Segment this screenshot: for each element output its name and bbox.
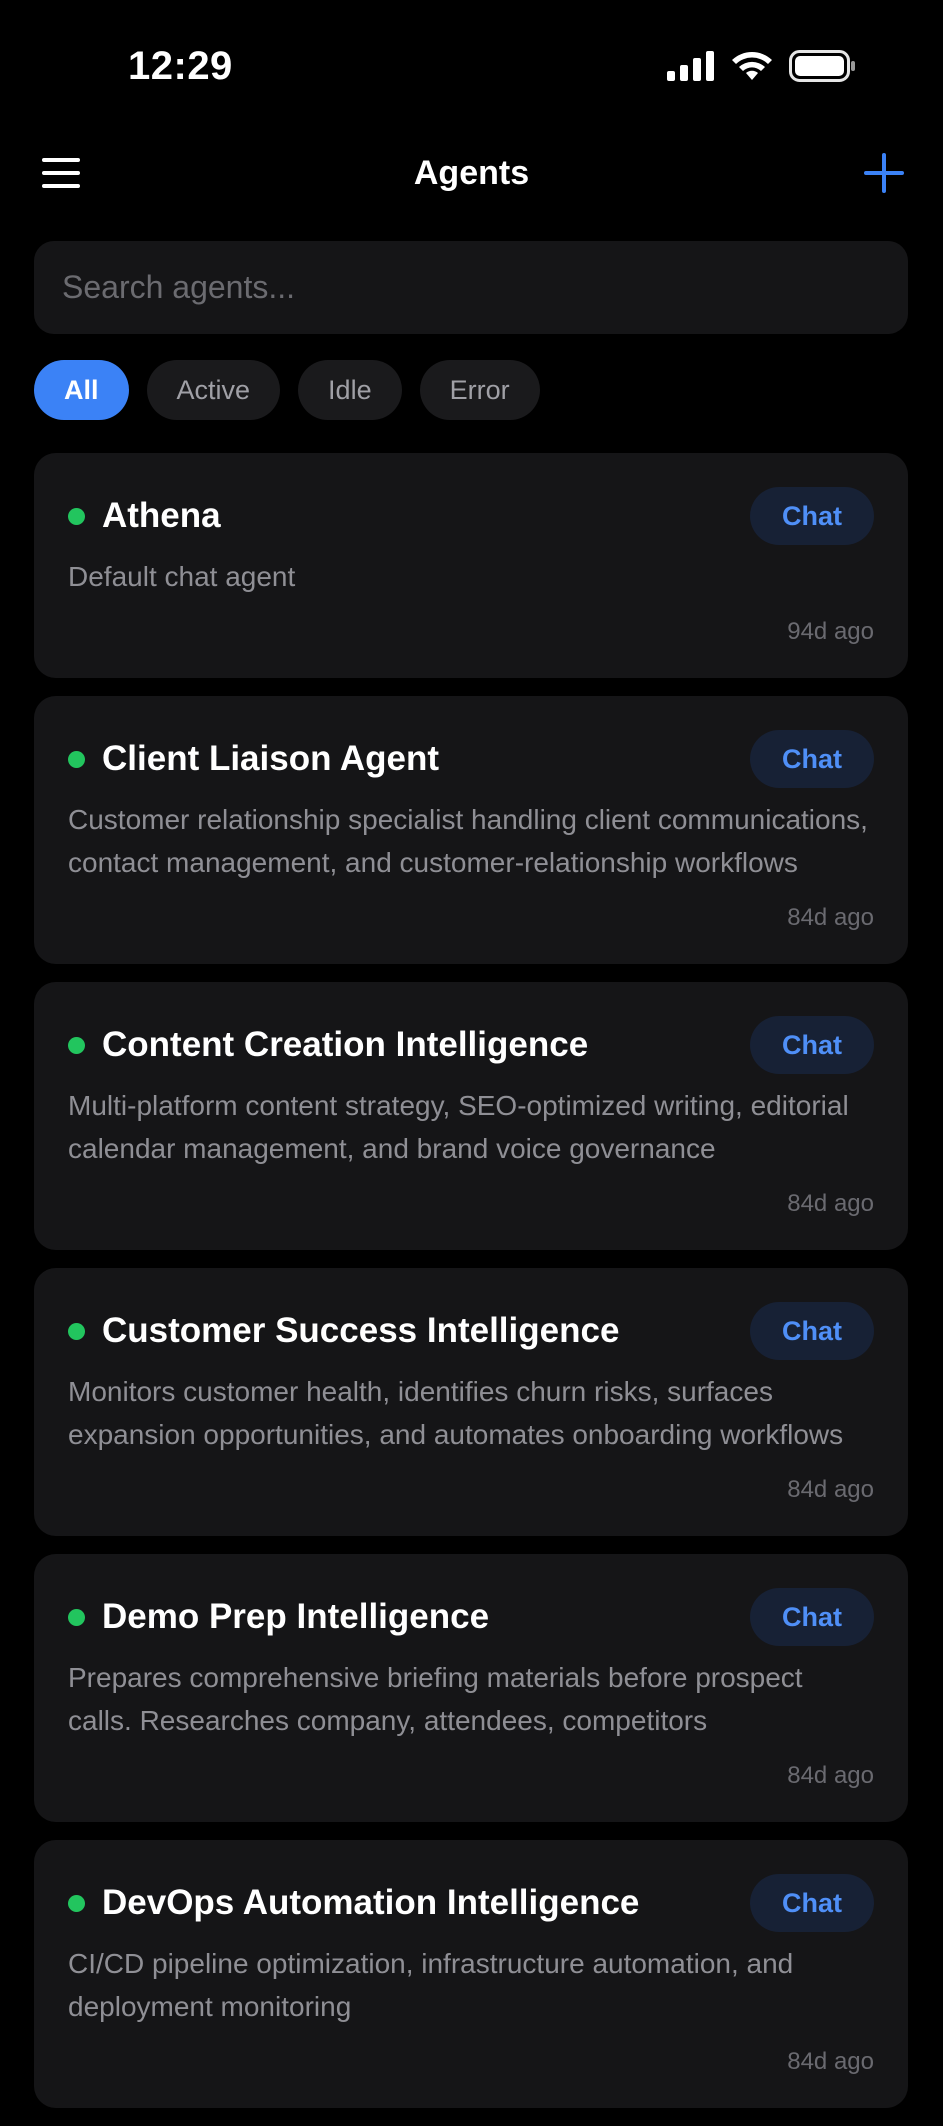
filter-chips: All Active Idle Error xyxy=(34,360,540,420)
chat-button[interactable]: Chat xyxy=(750,1874,874,1932)
wifi-icon xyxy=(731,50,773,87)
chat-button[interactable]: Chat xyxy=(750,487,874,545)
filter-active[interactable]: Active xyxy=(146,360,281,420)
agent-card[interactable]: Athena Chat Default chat agent 94d ago xyxy=(34,453,908,678)
nav-bar: Agents xyxy=(0,140,943,210)
status-indicator xyxy=(68,1608,85,1626)
battery-icon xyxy=(789,50,857,87)
signal-icon xyxy=(667,51,715,86)
status-indicator xyxy=(68,750,85,768)
status-indicator xyxy=(68,1894,85,1912)
agent-name: Content Creation Intelligence xyxy=(102,1025,589,1064)
agent-card[interactable]: Content Creation Intelligence Chat Multi… xyxy=(34,982,908,1250)
status-bar: 12:29 xyxy=(0,0,943,120)
chat-button[interactable]: Chat xyxy=(750,730,874,788)
search-input[interactable] xyxy=(60,268,882,307)
agent-card[interactable]: Client Liaison Agent Chat Customer relat… xyxy=(34,696,908,964)
status-icons xyxy=(667,50,857,87)
agent-name: Customer Success Intelligence xyxy=(102,1311,620,1350)
agent-card[interactable]: Customer Success Intelligence Chat Monit… xyxy=(34,1268,908,1536)
agent-list: Athena Chat Default chat agent 94d ago C… xyxy=(34,453,908,2126)
agent-card-header: Athena Chat xyxy=(68,487,874,545)
agent-last-active: 84d ago xyxy=(787,2048,874,2075)
status-indicator xyxy=(68,1322,85,1340)
filter-all[interactable]: All xyxy=(34,360,129,420)
status-indicator xyxy=(68,507,85,525)
agent-name: Athena xyxy=(102,496,221,535)
agent-card-header: Client Liaison Agent Chat xyxy=(68,730,874,788)
agent-name: Client Liaison Agent xyxy=(102,739,440,778)
agent-name: DevOps Automation Intelligence xyxy=(102,1883,640,1922)
agent-card-header: Demo Prep Intelligence Chat xyxy=(68,1588,874,1646)
search-box xyxy=(34,241,908,334)
agent-description: CI/CD pipeline optimization, infrastruct… xyxy=(68,1948,794,2022)
agent-description: Multi-platform content strategy, SEO-opt… xyxy=(68,1090,849,1164)
agent-last-active: 84d ago xyxy=(787,1762,874,1789)
page-title: Agents xyxy=(413,154,530,192)
chat-button[interactable]: Chat xyxy=(750,1302,874,1360)
chat-button[interactable]: Chat xyxy=(750,1588,874,1646)
agent-last-active: 84d ago xyxy=(787,1190,874,1217)
agent-description: Prepares comprehensive briefing material… xyxy=(68,1662,803,1736)
agent-card-header: DevOps Automation Intelligence Chat xyxy=(68,1874,874,1932)
agent-card-header: Content Creation Intelligence Chat xyxy=(68,1016,874,1074)
status-time: 12:29 xyxy=(128,44,233,88)
agent-last-active: 84d ago xyxy=(787,1476,874,1503)
add-agent-button[interactable] xyxy=(861,150,907,196)
filter-error[interactable]: Error xyxy=(419,360,540,420)
agent-description: Customer relationship specialist handlin… xyxy=(68,804,868,878)
filter-idle[interactable]: Idle xyxy=(298,360,402,420)
agent-last-active: 84d ago xyxy=(787,904,874,931)
agent-card-header: Customer Success Intelligence Chat xyxy=(68,1302,874,1360)
agent-description: Default chat agent xyxy=(68,561,296,592)
agent-name: Demo Prep Intelligence xyxy=(102,1597,490,1636)
chat-button[interactable]: Chat xyxy=(750,1016,874,1074)
agent-last-active: 94d ago xyxy=(787,618,874,645)
agent-card[interactable]: DevOps Automation Intelligence Chat CI/C… xyxy=(34,1840,908,2108)
plus-icon xyxy=(864,153,904,193)
agent-card[interactable]: Demo Prep Intelligence Chat Prepares com… xyxy=(34,1554,908,1822)
status-indicator xyxy=(68,1036,85,1054)
agent-description: Monitors customer health, identifies chu… xyxy=(68,1376,844,1450)
